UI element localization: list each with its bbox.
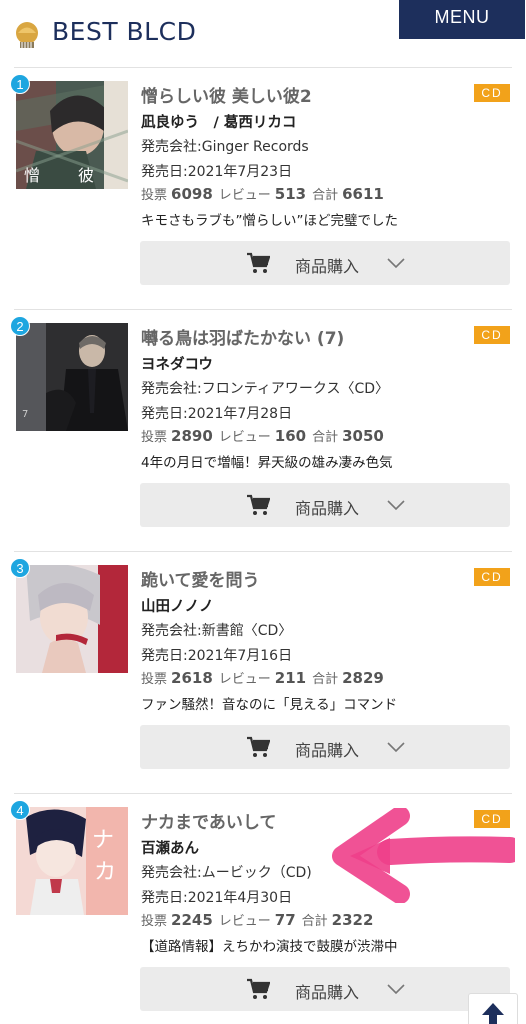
- item-comment: ファン騒然！音なのに「見える」コマンド: [141, 697, 398, 713]
- item-comment: キモさもラブも”憎らしい”ほど完璧でした: [141, 213, 398, 229]
- site-title[interactable]: BEST BLCD: [52, 17, 196, 46]
- total-count: 6611: [342, 185, 384, 203]
- menu-button[interactable]: MENU: [399, 0, 525, 39]
- item-stats: 投票 2245 レビュー 77 合計 2322: [141, 910, 379, 929]
- votes-count: 6098: [171, 185, 213, 203]
- reviews-count: 160: [274, 427, 307, 445]
- item-divider: [14, 67, 512, 68]
- votes-count: 2245: [171, 911, 213, 929]
- rank-badge: 1: [10, 74, 30, 94]
- votes-count: 2890: [171, 427, 213, 445]
- votes-label: 投票: [141, 188, 168, 203]
- shopping-cart-icon: [247, 736, 270, 757]
- votes-label: 投票: [141, 914, 168, 929]
- cover-image[interactable]: 7: [16, 323, 128, 431]
- item-divider: [14, 793, 512, 794]
- item-title[interactable]: ナカまであいして: [141, 808, 276, 833]
- item-stats: 投票 6098 レビュー 513 合計 6611: [141, 184, 390, 203]
- reviews-count: 513: [274, 185, 307, 203]
- arrow-up-icon: [482, 1003, 504, 1024]
- total-count: 2322: [331, 911, 374, 929]
- buy-button[interactable]: 商品購入: [140, 725, 510, 769]
- rank-badge: 2: [10, 316, 30, 336]
- item-publisher: 発売会社:新書館〈CD〉: [141, 623, 293, 639]
- gold-shell-icon[interactable]: [12, 20, 42, 50]
- chevron-down-icon: [387, 258, 405, 269]
- reviews-label: レビュー: [218, 914, 271, 929]
- ranking-item: 3 跪いて愛を問う CD 山田ノノノ 発売会社:新書館〈CD〉 発売日:2021…: [0, 551, 526, 793]
- item-release-date: 発売日:2021年7月23日: [141, 164, 293, 180]
- svg-text:7: 7: [22, 409, 28, 420]
- ranking-item: 4 ナ カ ナカまであいして CD 百瀬あん 発売会社:ムービック（CD) 発売…: [0, 793, 526, 1024]
- chevron-down-icon: [387, 742, 405, 753]
- site-header: BEST BLCD MENU: [0, 0, 526, 70]
- scroll-top-button[interactable]: [468, 993, 518, 1024]
- item-publisher: 発売会社:フロンティアワークス〈CD〉: [141, 381, 390, 397]
- svg-text:彼: 彼: [78, 166, 94, 185]
- cd-tag: CD: [474, 84, 510, 102]
- item-stats: 投票 2618 レビュー 211 合計 2829: [141, 668, 390, 687]
- item-comment: 4年の月日で増幅！昇天級の雄み凄み色気: [141, 455, 393, 471]
- item-author[interactable]: 百瀬あん: [141, 837, 199, 858]
- reviews-label: レビュー: [218, 188, 271, 203]
- total-label: 合計: [312, 672, 339, 687]
- total-label: 合計: [301, 914, 328, 929]
- cd-tag: CD: [474, 568, 510, 586]
- ranking-item: 1 憎 彼 憎らしい彼 美しい彼2 CD 凪良ゆう / 葛西リカコ 発売会社:G…: [0, 67, 526, 309]
- item-release-date: 発売日:2021年4月30日: [141, 890, 293, 906]
- total-label: 合計: [312, 430, 339, 445]
- rank-badge: 4: [10, 800, 30, 820]
- buy-button[interactable]: 商品購入: [140, 483, 510, 527]
- buy-button[interactable]: 商品購入: [140, 967, 510, 1011]
- item-divider: [14, 309, 512, 310]
- item-title[interactable]: 跪いて愛を問う: [141, 566, 260, 591]
- shopping-cart-icon: [247, 978, 270, 999]
- votes-count: 2618: [171, 669, 213, 687]
- cd-tag: CD: [474, 326, 510, 344]
- item-comment: 【道路情報】えちかわ演技で鼓膜が渋滞中: [141, 939, 398, 955]
- votes-label: 投票: [141, 430, 168, 445]
- buy-button-label: 商品購入: [295, 257, 360, 276]
- svg-text:カ: カ: [94, 860, 116, 885]
- item-divider: [14, 551, 512, 552]
- total-count: 3050: [342, 427, 384, 445]
- svg-text:ナ: ナ: [92, 828, 114, 853]
- total-count: 2829: [342, 669, 384, 687]
- cd-tag: CD: [474, 810, 510, 828]
- total-label: 合計: [312, 188, 339, 203]
- shopping-cart-icon: [247, 252, 270, 273]
- cover-image[interactable]: ナ カ: [16, 807, 128, 915]
- buy-button[interactable]: 商品購入: [140, 241, 510, 285]
- buy-button-label: 商品購入: [295, 499, 360, 518]
- item-publisher: 発売会社:Ginger Records: [141, 139, 309, 155]
- item-release-date: 発売日:2021年7月16日: [141, 648, 293, 664]
- item-author[interactable]: 凪良ゆう / 葛西リカコ: [141, 111, 296, 132]
- item-title[interactable]: 囀る鳥は羽ばたかない (7): [141, 324, 344, 349]
- reviews-count: 77: [274, 911, 296, 929]
- ranking-item: 2 7 囀る鳥は羽ばたかない (7) CD ヨネダコウ 発売会社:フロンティアワ…: [0, 309, 526, 551]
- item-release-date: 発売日:2021年7月28日: [141, 406, 293, 422]
- cover-image[interactable]: [16, 565, 128, 673]
- chevron-down-icon: [387, 500, 405, 511]
- item-author[interactable]: ヨネダコウ: [141, 353, 213, 374]
- chevron-down-icon: [387, 984, 405, 995]
- cover-image[interactable]: 憎 彼: [16, 81, 128, 189]
- votes-label: 投票: [141, 672, 168, 687]
- buy-button-label: 商品購入: [295, 983, 360, 1002]
- item-author[interactable]: 山田ノノノ: [141, 595, 214, 616]
- item-stats: 投票 2890 レビュー 160 合計 3050: [141, 426, 390, 445]
- reviews-label: レビュー: [218, 672, 271, 687]
- reviews-count: 211: [274, 669, 307, 687]
- item-title[interactable]: 憎らしい彼 美しい彼2: [141, 82, 312, 107]
- svg-text:憎: 憎: [24, 166, 40, 185]
- item-publisher: 発売会社:ムービック（CD): [141, 865, 312, 881]
- rank-badge: 3: [10, 558, 30, 578]
- buy-button-label: 商品購入: [295, 741, 360, 760]
- shopping-cart-icon: [247, 494, 270, 515]
- reviews-label: レビュー: [218, 430, 271, 445]
